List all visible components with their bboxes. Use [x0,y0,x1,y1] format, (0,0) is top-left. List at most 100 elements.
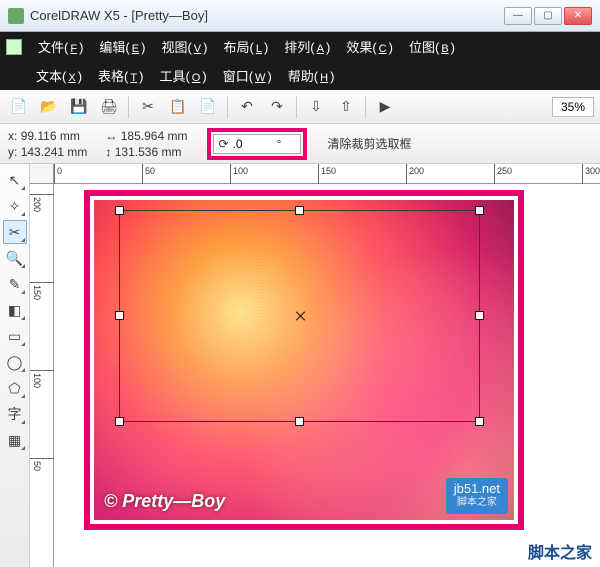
smart-fill-tool[interactable]: ◧ [3,298,27,322]
crop-marquee[interactable] [119,210,480,422]
crop-handle-ml[interactable] [115,311,124,320]
menu-帮助[interactable]: 帮助(H) [280,64,343,87]
menu-编辑[interactable]: 编辑(E) [91,35,153,58]
site-badge: jb51.net 脚本之家 [446,478,508,514]
freehand-tool[interactable]: ✎ [3,272,27,296]
toolbar-undo-button[interactable]: ↶ [234,94,260,120]
ruler-h-label: 200 [409,166,424,176]
crop-tool[interactable]: ✂ [3,220,27,244]
pick-tool[interactable]: ↖ [3,168,27,192]
titlebar: CorelDRAW X5 - [Pretty—Boy] — ▢ ✕ [0,0,600,32]
canvas[interactable]: © Pretty—Boy jb51.net 脚本之家 [54,184,600,567]
crop-handle-tm[interactable] [295,206,304,215]
toolbar-redo-button[interactable]: ↷ [264,94,290,120]
toolbar-import-button[interactable]: ⇩ [303,94,329,120]
ruler-h-label: 0 [57,166,62,176]
window-close-button[interactable]: ✕ [564,7,592,25]
ruler-vertical[interactable]: 20015010050 [30,184,54,567]
toolbar-separator [128,96,129,118]
toolbar-export-button[interactable]: ⇧ [333,94,359,120]
menu-工具[interactable]: 工具(O) [151,64,214,87]
toolbar-cut-button[interactable]: ✂ [135,94,161,120]
menu-视图[interactable]: 视图(V) [153,35,215,58]
zoom-tool[interactable]: 🔍 [3,246,27,270]
toolbox: ↖✧✂🔍✎◧▭◯⬠字▦ [0,164,30,567]
toolbar-paste-button[interactable]: 📄 [195,94,221,120]
toolbar-separator [296,96,297,118]
crop-handle-br[interactable] [475,417,484,426]
zoom-level[interactable]: 35% [552,97,594,117]
menu-表格[interactable]: 表格(T) [90,64,151,87]
flyout-marker-icon [21,420,25,424]
crop-handle-tr[interactable] [475,206,484,215]
footer-credit: 脚本之家 [528,539,592,563]
rectangle-tool[interactable]: ▭ [3,324,27,348]
window-maximize-button[interactable]: ▢ [534,7,562,25]
position-readout: x: 99.116 mm y: 143.241 mm [8,128,87,160]
watermark-text: © Pretty—Boy [104,491,225,512]
menu-位图[interactable]: 位图(B) [401,35,463,58]
ruler-h-tick: 100 [230,164,231,184]
menu-窗口[interactable]: 窗口(W) [215,64,280,87]
ruler-v-label: 50 [32,461,42,471]
crop-center-icon[interactable] [294,310,306,322]
app-title: CorelDRAW X5 - [Pretty—Boy] [30,8,208,23]
toolbar-open-button[interactable]: 📂 [36,94,62,120]
rotation-input[interactable] [233,137,273,151]
flyout-marker-icon [21,238,25,242]
toolbar-print-button[interactable]: 🖨 [96,94,122,120]
crop-highlight-box: © Pretty—Boy jb51.net 脚本之家 [84,190,524,530]
ellipse-tool[interactable]: ◯ [3,350,27,374]
ruler-v-tick: 50 [30,458,54,459]
menu-布局[interactable]: 布局(L) [215,35,276,58]
toolbar-new-button[interactable]: 📄 [6,94,32,120]
ruler-h-label: 50 [145,166,155,176]
flyout-marker-icon [21,446,25,450]
canvas-wrap: 050100150200250300 20015010050 [30,164,600,567]
flyout-marker-icon [21,368,25,372]
degree-icon: ° [277,137,282,151]
bitmap-image[interactable]: © Pretty—Boy jb51.net 脚本之家 [94,200,514,520]
size-readout: ↔ 185.964 mm ↕ 131.536 mm [105,128,187,160]
ruler-h-tick: 50 [142,164,143,184]
table-tool[interactable]: ▦ [3,428,27,452]
clear-crop-button[interactable]: 清除裁剪选取框 [327,135,411,152]
flyout-marker-icon [21,394,25,398]
rotation-highlight: ⟳ ° [207,128,307,160]
toolbar-launch-button[interactable]: ▶ [372,94,398,120]
toolbar-copy-button[interactable]: 📋 [165,94,191,120]
polygon-tool[interactable]: ⬠ [3,376,27,400]
flyout-marker-icon [21,290,25,294]
ruler-h-label: 100 [233,166,248,176]
rotate-icon: ⟳ [218,137,228,151]
crop-handle-tl[interactable] [115,206,124,215]
ruler-h-tick: 200 [406,164,407,184]
menu-文件[interactable]: 文件(F) [30,35,91,58]
toolbar-separator [365,96,366,118]
flyout-marker-icon [21,316,25,320]
ruler-v-tick: 200 [30,194,54,195]
window-minimize-button[interactable]: — [504,7,532,25]
toolbar-save-button[interactable]: 💾 [66,94,92,120]
flyout-marker-icon [21,212,25,216]
menu-文本[interactable]: 文本(X) [28,64,90,87]
crop-handle-mr[interactable] [475,311,484,320]
menu-效果[interactable]: 效果(C) [338,35,401,58]
shape-tool[interactable]: ✧ [3,194,27,218]
text-tool[interactable]: 字 [3,402,27,426]
flyout-marker-icon [21,186,25,190]
width-icon: ↔ [105,129,117,143]
ruler-h-label: 250 [497,166,512,176]
flyout-marker-icon [21,264,25,268]
rotation-input-group[interactable]: ⟳ ° [213,134,301,154]
ruler-horizontal[interactable]: 050100150200250300 [54,164,600,184]
flyout-marker-icon [21,342,25,346]
menubar: 文件(F)编辑(E)视图(V)布局(L)排列(A)效果(C)位图(B) 文本(X… [0,32,600,90]
crop-handle-bm[interactable] [295,417,304,426]
ruler-h-tick: 0 [54,164,55,184]
ruler-h-tick: 250 [494,164,495,184]
toolbar-separator [227,96,228,118]
menu-排列[interactable]: 排列(A) [276,35,338,58]
ruler-origin[interactable] [30,164,54,184]
crop-handle-bl[interactable] [115,417,124,426]
